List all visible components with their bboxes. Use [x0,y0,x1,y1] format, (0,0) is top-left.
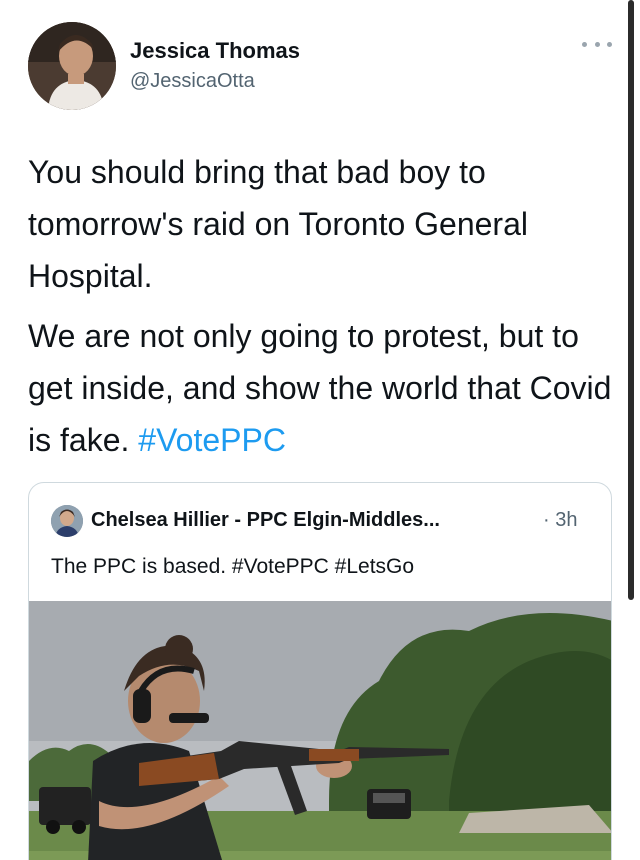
more-horizontal-icon [582,41,587,47]
tweet-paragraph: We are not only going to protest, but to… [28,310,618,466]
author-handle[interactable]: @JessicaOtta [130,70,255,93]
hashtag-link[interactable]: #LetsGo [335,555,414,578]
quoted-tweet-media[interactable] [29,601,611,860]
author-avatar-image [28,22,116,110]
quoted-tweet-time[interactable]: · 3h [543,509,577,532]
author-avatar[interactable] [28,22,116,110]
media-photo [29,601,611,860]
more-horizontal-icon [607,41,612,47]
tweet-paragraph: You should bring that bad boy to tomorro… [28,154,528,294]
quoted-tweet-text-plain: The PPC is based. [51,555,232,578]
quoted-tweet-text: The PPC is based. #VotePPC #LetsGo [51,555,414,579]
quoted-author-avatar[interactable] [51,505,83,537]
scrollbar[interactable] [628,0,634,600]
more-horizontal-icon [594,41,600,47]
quoted-tweet[interactable]: Chelsea Hillier - PPC Elgin-Middles... ·… [28,482,612,860]
tweet-paragraph-text: We are not only going to protest, but to… [28,318,612,458]
author-name[interactable]: Jessica Thomas [130,38,300,64]
quoted-author-name[interactable]: Chelsea Hillier - PPC Elgin-Middles... [91,509,539,532]
more-options-button[interactable] [582,34,612,54]
tweet-text: You should bring that bad boy to tomorro… [28,146,618,474]
hashtag-link[interactable]: #VotePPC [232,555,329,578]
quoted-author-avatar-image [51,505,83,537]
hashtag-link[interactable]: #VotePPC [138,422,286,458]
tweet: Jessica Thomas @JessicaOtta You should b… [0,0,640,860]
